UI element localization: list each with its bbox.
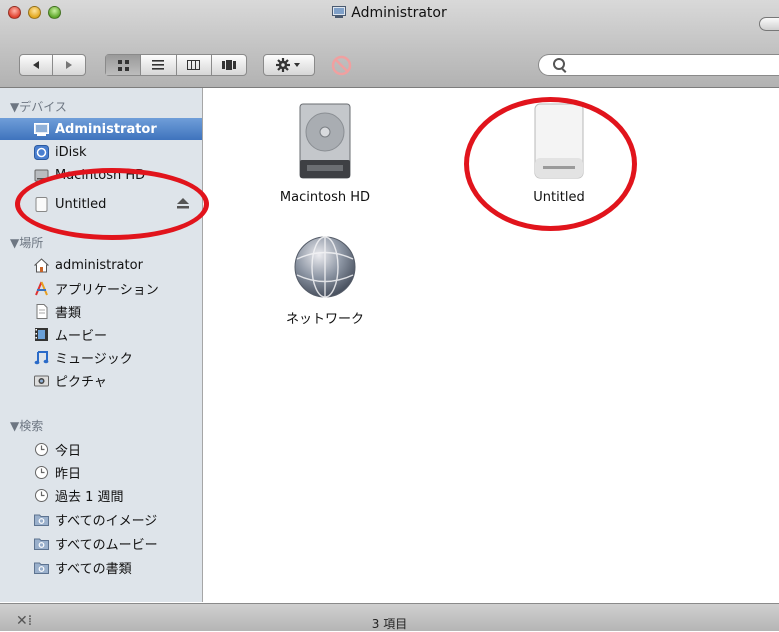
forward-button[interactable] [53,55,86,75]
sidebar-item-label: iDisk [55,144,87,160]
gear-icon [276,58,300,72]
sidebar-item-label: ムービー [55,328,108,344]
coverflow-view-icon [221,60,236,70]
search-heading: ▼検索 [10,419,44,433]
network-globe-icon [294,236,356,298]
back-forward-buttons [19,54,86,76]
pictures-icon [34,375,49,386]
devices-heading: ▼デバイス [10,100,67,114]
sidebar-item-label: アプリケーション [55,282,159,298]
sidebar: ▼デバイス Administrator iDisk Macintosh HD U… [0,88,203,602]
list-view-button[interactable] [141,55,177,75]
window-title-text: Administrator [351,5,447,21]
sidebar-item-label: 今日 [55,443,82,459]
content-item-label: ネットワーク [285,312,364,327]
column-view-icon [187,60,201,70]
window-toolbar: Administrator [0,0,779,88]
action-menu-button[interactable] [263,54,315,76]
icon-view-icon [117,59,129,71]
sidebar-item-label: Administrator [55,121,157,137]
sidebar-item-documents[interactable]: 書類 [0,300,202,322]
sidebar-item-label: administrator [55,257,143,273]
view-switcher [105,54,247,76]
highlight-ring-untitled-drive [464,97,637,231]
sidebar-item-all-documents[interactable]: すべての書類 [0,556,202,578]
back-button[interactable] [20,55,53,75]
sidebar-item-yesterday[interactable]: 昨日 [0,461,202,483]
smart-folder-icon [34,514,49,526]
places-heading: ▼場所 [10,236,44,250]
sidebar-item-applications[interactable]: アプリケーション [0,277,202,299]
back-arrow-icon [32,61,39,69]
sidebar-item-movies[interactable]: ムービー [0,323,202,345]
sidebar-item-all-movies[interactable]: すべてのムービー [0,532,202,554]
toolbar-toggle-button[interactable] [759,17,779,31]
sidebar-item-label: 昨日 [55,466,82,482]
sidebar-item-label: すべての書類 [55,561,132,577]
sidebar-item-label: すべてのムービー [55,537,158,553]
icon-view-button[interactable] [106,55,142,75]
movies-icon [35,327,48,341]
computer-icon [332,6,347,18]
clock-icon [35,488,48,502]
sidebar-item-label: ミュージック [55,351,133,367]
smart-folder-icon [34,562,49,574]
disabled-burn-icon [331,55,352,76]
sidebar-item-home[interactable]: administrator [0,254,202,276]
forward-arrow-icon [65,61,72,69]
sidebar-item-pictures[interactable]: ピクチャ [0,369,202,391]
documents-icon [36,303,48,319]
search-field[interactable] [538,54,779,76]
content-item-macintosh-hd[interactable]: Macintosh HD [255,102,395,205]
smart-folder-icon [34,538,49,550]
sidebar-item-music[interactable]: ミュージック [0,346,202,368]
sidebar-item-today[interactable]: 今日 [0,438,202,460]
content-item-network[interactable]: ネットワーク [255,234,395,327]
search-input[interactable] [571,57,770,75]
list-view-icon [152,60,165,70]
highlight-ring-sidebar-untitled [15,168,209,240]
clock-icon [35,442,48,456]
home-icon [34,257,49,272]
search-icon [553,58,565,70]
idisk-icon [34,144,49,160]
sidebar-item-idisk[interactable]: iDisk [0,141,202,163]
column-view-button[interactable] [177,55,212,75]
applications-icon [35,281,48,295]
computer-icon [34,122,49,136]
hard-drive-icon [299,103,351,179]
music-icon [34,350,49,364]
content-item-label: Macintosh HD [279,190,371,205]
sidebar-item-label: 書類 [55,305,82,321]
sidebar-item-label: 過去 1 週間 [55,489,124,505]
window-title: Administrator [0,5,779,21]
sidebar-item-all-images[interactable]: すべてのイメージ [0,508,202,530]
clock-icon [35,465,48,479]
status-bar: ✕⁞ 3 項目 [0,603,779,631]
sidebar-item-label: すべてのイメージ [55,513,158,529]
sidebar-item-past-week[interactable]: 過去 1 週間 [0,484,202,506]
sidebar-item-administrator[interactable]: Administrator [0,118,202,140]
coverflow-view-button[interactable] [212,55,246,75]
sidebar-item-label: ピクチャ [55,374,107,390]
item-count-text: 3 項目 [371,617,408,631]
